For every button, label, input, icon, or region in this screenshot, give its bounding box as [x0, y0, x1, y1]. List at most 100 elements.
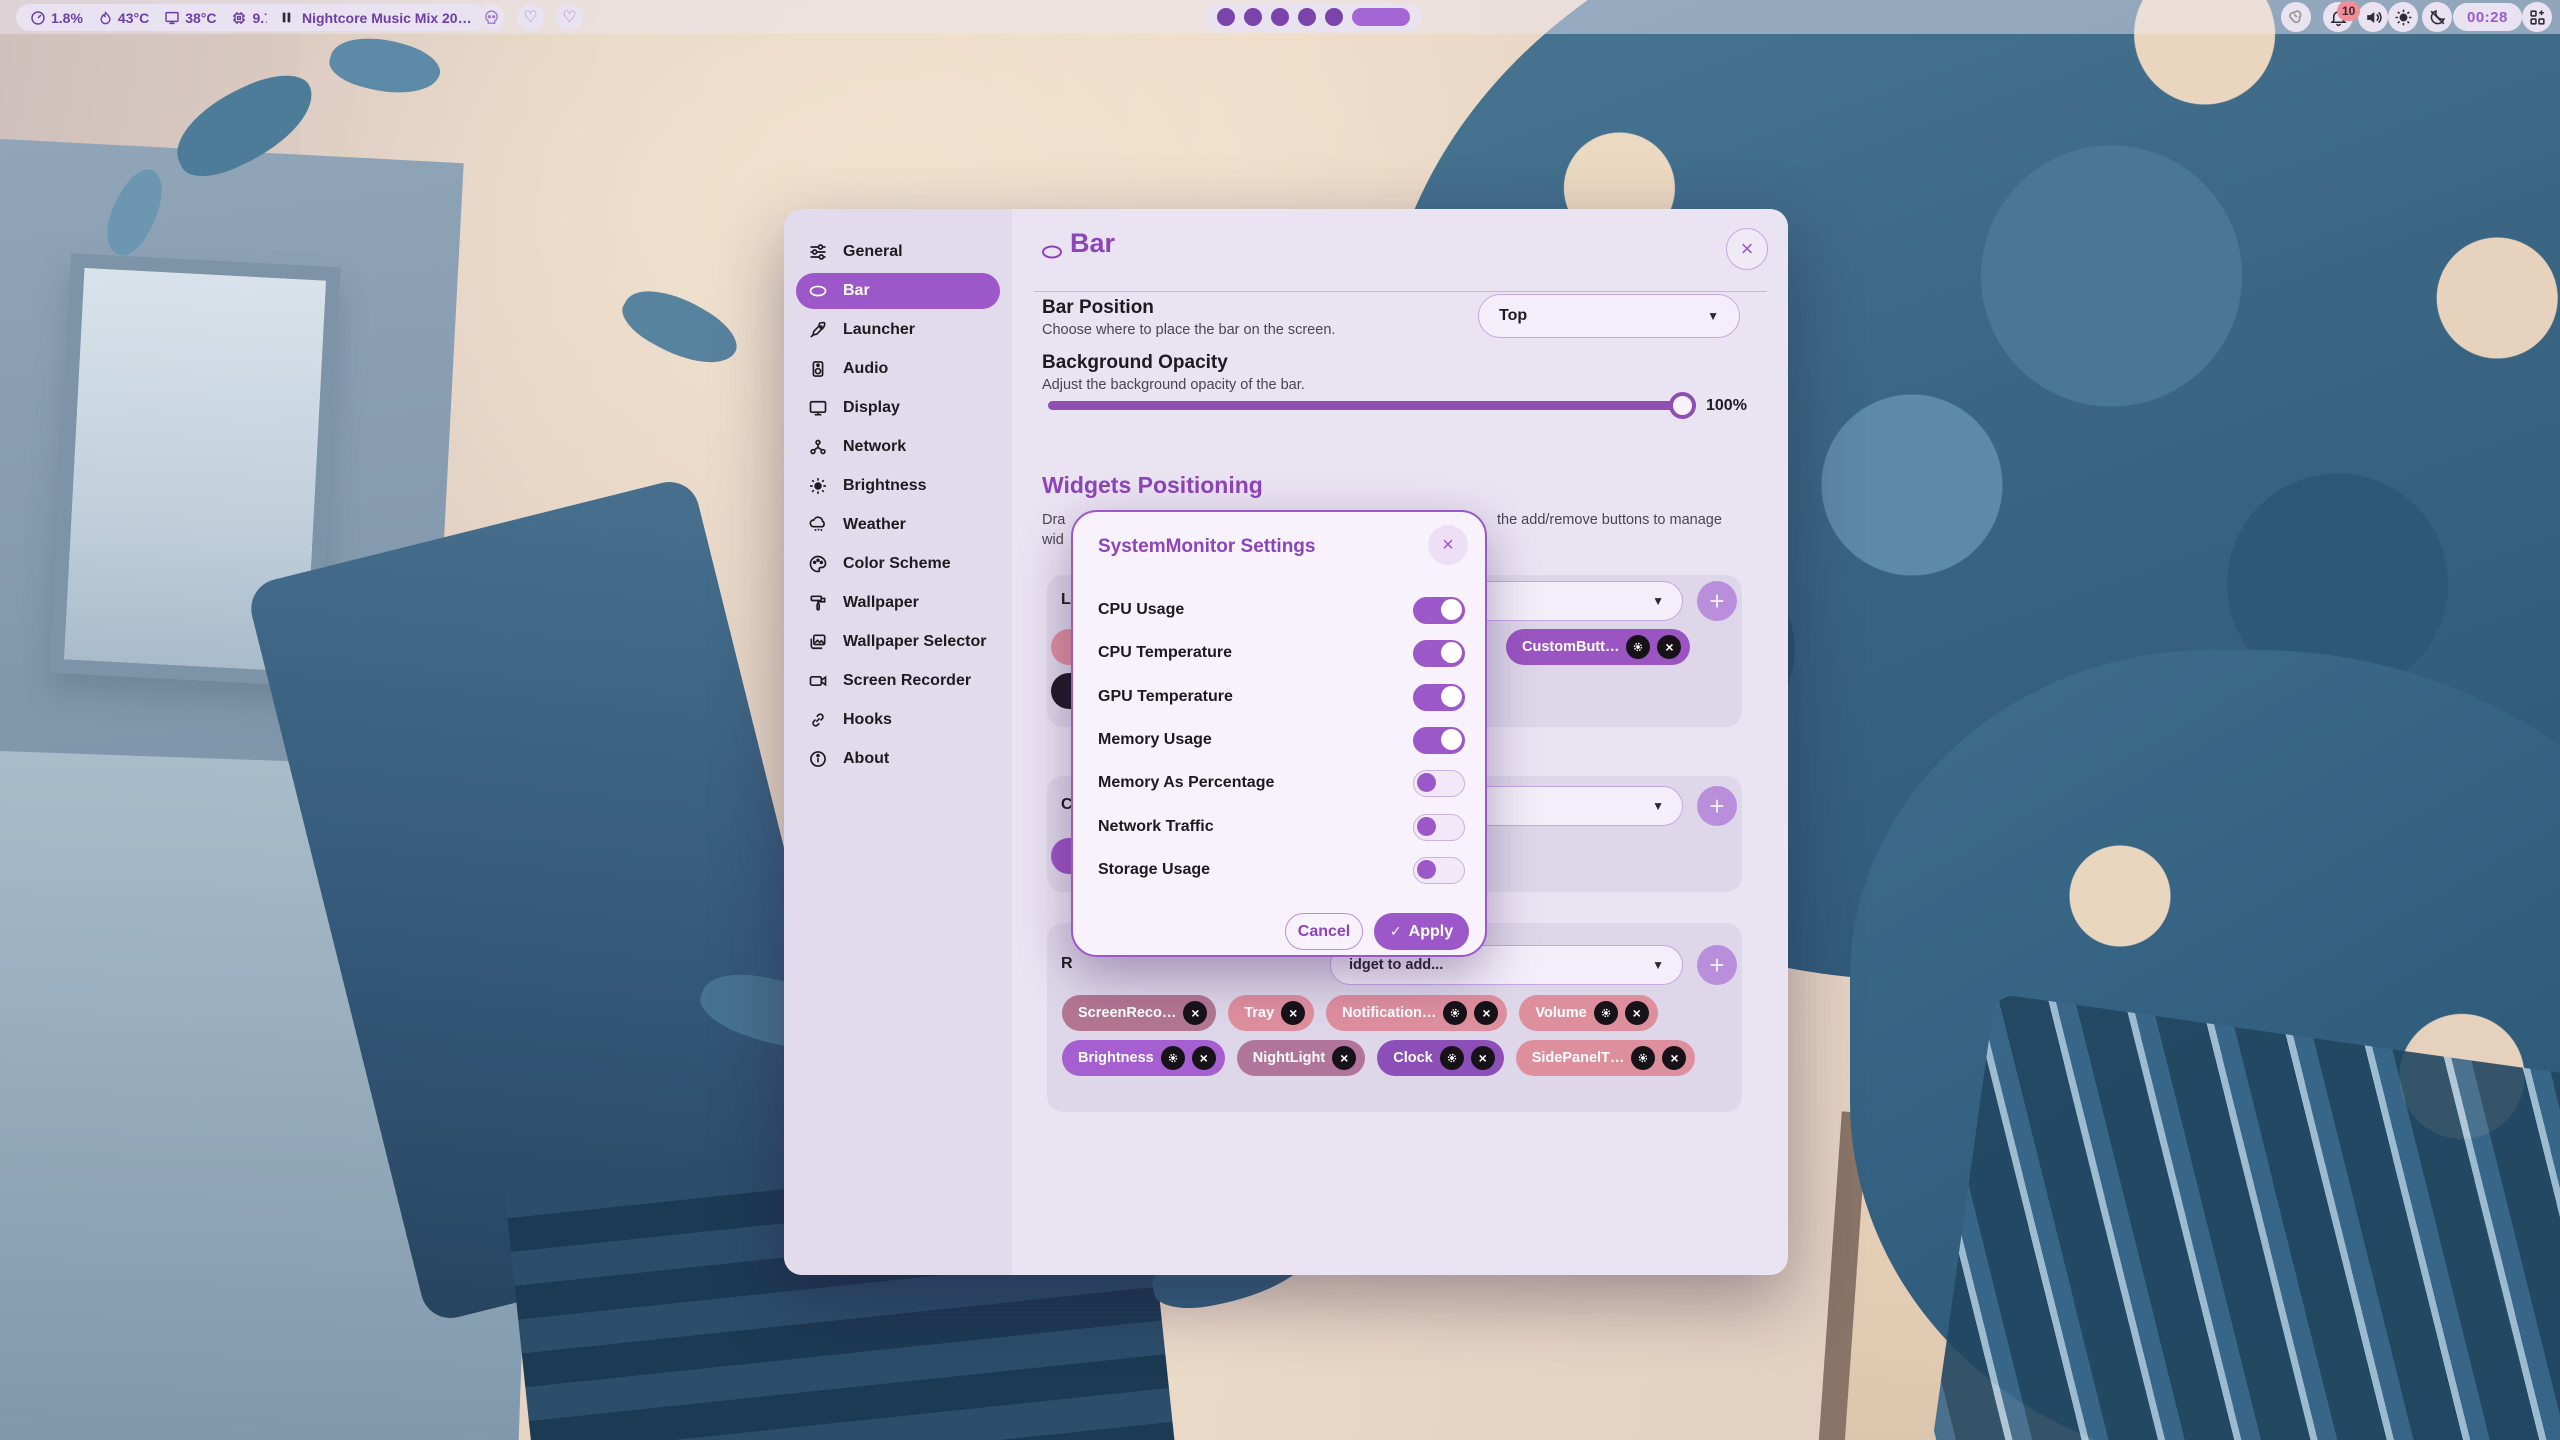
media-player-widget[interactable]: Nightcore Music Mix 20… [266, 4, 486, 31]
gear-icon [1599, 1006, 1613, 1020]
chip-settings-button[interactable] [1631, 1046, 1655, 1070]
left-widgets-add-button[interactable]: + [1697, 581, 1737, 621]
toggle-knob [1441, 642, 1462, 663]
sidebar-item-network[interactable]: Network [796, 429, 1000, 465]
sidebar-item-display[interactable]: Display [796, 390, 1000, 426]
brightness-button[interactable] [2388, 2, 2418, 32]
skull-icon [483, 9, 500, 26]
sidebar-label: General [843, 243, 903, 261]
bar-position-description: Choose where to place the bar on the scr… [1042, 322, 1335, 338]
opacity-slider-track[interactable] [1048, 401, 1690, 410]
media-skull-button[interactable] [478, 4, 505, 31]
clock-widget[interactable]: 00:28 [2453, 3, 2522, 31]
widget-chip-clock[interactable]: Clock × [1377, 1040, 1504, 1076]
workspace-dot-1[interactable] [1217, 8, 1235, 26]
chip-settings-button[interactable] [1594, 1001, 1618, 1025]
window-close-button[interactable]: × [1726, 228, 1768, 270]
chip-settings-button[interactable] [1161, 1046, 1185, 1070]
sidebar-item-brightness[interactable]: Brightness [796, 468, 1000, 504]
widget-chip-custombutton[interactable]: CustomButt… × [1506, 629, 1690, 665]
sidebar-item-about[interactable]: About [796, 741, 1000, 777]
widget-chip-screenrecorder[interactable]: ScreenReco… × [1062, 995, 1216, 1031]
cpu-usage-toggle[interactable] [1413, 597, 1465, 624]
chip-remove-button[interactable]: × [1281, 1001, 1305, 1025]
plus-icon: + [1709, 950, 1724, 981]
video-camera-icon [808, 671, 828, 691]
network-traffic-toggle[interactable] [1413, 814, 1465, 841]
sidebar-item-screen-recorder[interactable]: Screen Recorder [796, 663, 1000, 699]
chip-settings-button[interactable] [1626, 635, 1650, 659]
heart-icon: ♡ [562, 10, 576, 26]
chevron-down-icon: ▼ [1652, 594, 1664, 608]
sidebar-item-launcher[interactable]: Launcher [796, 312, 1000, 348]
night-light-button[interactable] [2422, 2, 2452, 32]
chip-settings-button[interactable] [1443, 1001, 1467, 1025]
chip-remove-button[interactable]: × [1471, 1046, 1495, 1070]
gear-icon [1166, 1051, 1180, 1065]
workspace-dot-2[interactable] [1244, 8, 1262, 26]
widget-chip-volume[interactable]: Volume × [1519, 995, 1657, 1031]
chip-remove-button[interactable]: × [1474, 1001, 1498, 1025]
memory-as-percentage-toggle[interactable] [1413, 770, 1465, 797]
settings-sidebar: General Bar Launcher Audio Display Netwo… [784, 209, 1012, 1275]
toggle-row-cpu-usage: CPU Usage [1098, 595, 1465, 625]
workspace-active-pill[interactable] [1352, 8, 1410, 26]
memory-usage-toggle[interactable] [1413, 727, 1465, 754]
cpu-usage-stat: 1.8% [30, 10, 83, 26]
cancel-button[interactable]: Cancel [1285, 913, 1363, 950]
sidebar-item-audio[interactable]: Audio [796, 351, 1000, 387]
chevron-down-icon: ▼ [1652, 799, 1664, 813]
chip-remove-button[interactable]: × [1662, 1046, 1686, 1070]
chip-remove-button[interactable]: × [1657, 635, 1681, 659]
apply-button[interactable]: ✓ Apply [1374, 913, 1469, 950]
sidebar-label: Color Scheme [843, 555, 951, 573]
sidebar-item-weather[interactable]: Weather [796, 507, 1000, 543]
sidebar-item-bar[interactable]: Bar [796, 273, 1000, 309]
toggle-label: CPU Usage [1098, 601, 1184, 619]
media-heart-button[interactable]: ♡ [517, 4, 544, 31]
center-widgets-add-button[interactable]: + [1697, 786, 1737, 826]
right-widgets-add-button[interactable]: + [1697, 945, 1737, 985]
widget-chip-nightlight[interactable]: NightLight × [1237, 1040, 1365, 1076]
cpu-temperature-toggle[interactable] [1413, 640, 1465, 667]
chip-remove-button[interactable]: × [1332, 1046, 1356, 1070]
sidebar-item-wallpaper[interactable]: Wallpaper [796, 585, 1000, 621]
media-heart-button-2[interactable]: ♡ [556, 4, 583, 31]
close-icon: × [1442, 534, 1454, 557]
header-divider [1034, 291, 1767, 292]
cpu-usage-value: 1.8% [51, 10, 83, 26]
chip-remove-button[interactable]: × [1192, 1046, 1216, 1070]
gpu-temperature-toggle[interactable] [1413, 684, 1465, 711]
cpu-temp-stat: 43°C [98, 10, 149, 26]
plus-icon: + [1709, 791, 1724, 822]
close-icon: × [1633, 1005, 1641, 1021]
chip-remove-button[interactable]: × [1183, 1001, 1207, 1025]
workspace-dot-4[interactable] [1298, 8, 1316, 26]
sidebar-item-wallpaper-selector[interactable]: Wallpaper Selector [796, 624, 1000, 660]
modal-close-button[interactable]: × [1428, 525, 1468, 565]
sidebar-label: Brightness [843, 477, 927, 495]
sidebar-item-hooks[interactable]: Hooks [796, 702, 1000, 738]
workspace-dot-5[interactable] [1325, 8, 1343, 26]
side-panel-button[interactable] [2522, 2, 2552, 32]
sidebar-item-color-scheme[interactable]: Color Scheme [796, 546, 1000, 582]
system-stats-widget[interactable]: 1.8% 43°C 38°C 9.7G [16, 4, 297, 31]
volume-button[interactable] [2358, 2, 2388, 32]
gear-icon [1631, 640, 1645, 654]
tray-app-button[interactable] [2281, 2, 2311, 32]
chip-remove-button[interactable]: × [1625, 1001, 1649, 1025]
rocket-icon [808, 320, 828, 340]
chip-settings-button[interactable] [1440, 1046, 1464, 1070]
storage-usage-toggle[interactable] [1413, 857, 1465, 884]
flame-icon [98, 10, 113, 26]
sidebar-label: Network [843, 438, 906, 456]
bar-position-dropdown[interactable]: Top ▼ [1478, 294, 1740, 338]
close-icon: × [1665, 639, 1673, 655]
widget-chip-tray[interactable]: Tray × [1228, 995, 1314, 1031]
sidebar-item-general[interactable]: General [796, 234, 1000, 270]
widget-chip-brightness[interactable]: Brightness × [1062, 1040, 1225, 1076]
widget-chip-sidepanel[interactable]: SidePanelT… × [1516, 1040, 1696, 1076]
widget-chip-notifications[interactable]: Notification… × [1326, 995, 1507, 1031]
opacity-slider-knob[interactable] [1669, 392, 1696, 419]
workspace-dot-3[interactable] [1271, 8, 1289, 26]
